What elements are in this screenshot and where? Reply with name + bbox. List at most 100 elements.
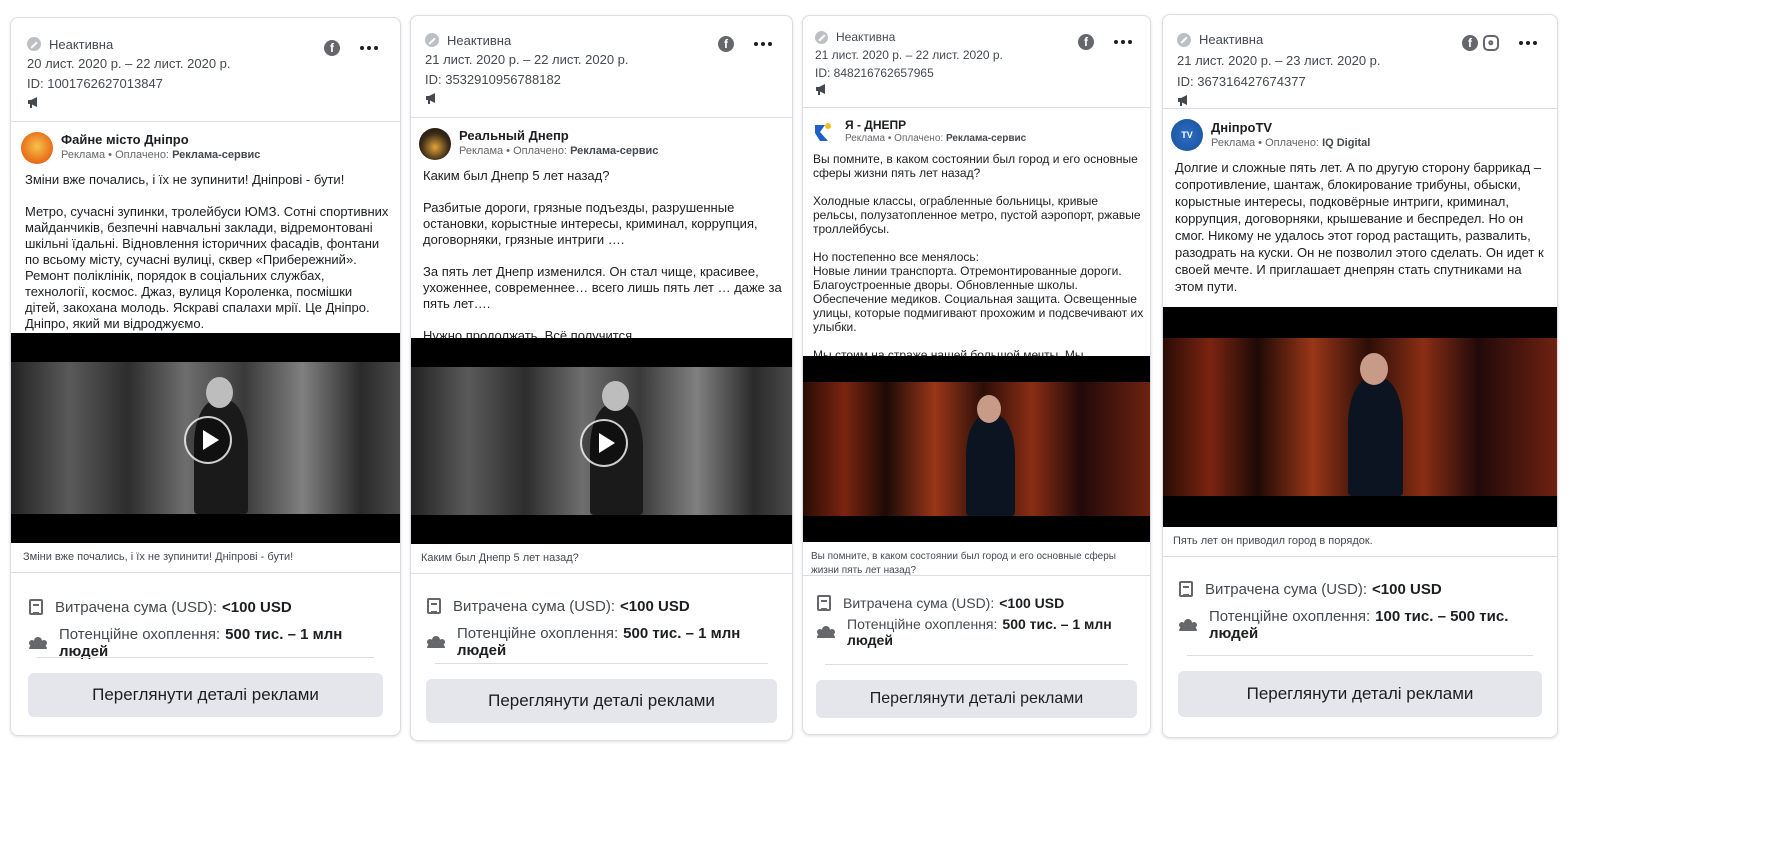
reach-label: Потенційне охоплення:	[457, 625, 619, 642]
sponsored-label: Реклама • Оплачено:	[61, 149, 173, 161]
ad-body-text: Каким был Днепр 5 лет назад? Разбитые до…	[423, 168, 782, 343]
reach-text: Потенційне охоплення: 500 тис. – 1 млн лю…	[59, 626, 384, 660]
spent-text: Витрачена сума (USD): <100 USD	[55, 599, 292, 616]
reach-label: Потенційне охоплення:	[59, 626, 221, 643]
spent-label: Витрачена сума (USD):	[55, 598, 218, 616]
spent-value: <100 USD	[999, 594, 1065, 611]
video-person-head	[206, 377, 233, 408]
video-caption: Пять лет он приводил город в порядок.	[1163, 527, 1557, 557]
video-person-head	[1360, 353, 1388, 385]
ad-body-text: Долгие и сложные пять лет. А по другую с…	[1175, 160, 1544, 294]
more-options-icon[interactable]	[1114, 40, 1132, 44]
ad-video[interactable]	[11, 333, 400, 543]
ad-card-header: Неактивна 20 лист. 2020 р. – 22 лист. 202…	[11, 18, 400, 122]
advertiser-avatar[interactable]	[21, 132, 53, 164]
date-range: 21 лист. 2020 р. – 22 лист. 2020 р.	[425, 52, 629, 67]
platforms: f	[324, 40, 340, 56]
spent-label: Витрачена сума (USD):	[453, 597, 616, 615]
status-text: Неактивна	[1199, 32, 1264, 47]
advertiser-avatar[interactable]: TV	[1171, 119, 1203, 151]
spent-row: Витрачена сума (USD): <100 USD	[29, 589, 384, 625]
view-ad-details-button[interactable]: Переглянути деталі реклами	[816, 680, 1137, 718]
megaphone-icon	[27, 96, 41, 108]
ad-creative: Файне місто Дніпро Реклама • Оплачено: Ре…	[11, 122, 400, 333]
facebook-icon: f	[718, 36, 734, 52]
spent-text: Витрачена сума (USD): <100 USD	[1205, 581, 1442, 598]
view-ad-details-button[interactable]: Переглянути деталі реклами	[28, 673, 383, 717]
reach-text: Потенційне охоплення: 500 тис. – 1 млн лю…	[847, 616, 1138, 648]
advertiser-info: Я - ДНЕПР Реклама • Оплачено: Реклама-сер…	[845, 118, 1026, 146]
advertiser-info: Файне місто Дніпро Реклама • Оплачено: Ре…	[61, 132, 260, 163]
spent-text: Витрачена сума (USD): <100 USD	[843, 595, 1064, 611]
more-options-icon[interactable]	[1519, 41, 1537, 45]
platforms: f	[718, 36, 734, 52]
facebook-icon: f	[324, 40, 340, 56]
platforms: f	[1078, 34, 1094, 50]
document-icon	[29, 599, 43, 615]
sponsored-line: Реклама • Оплачено: IQ Digital	[1211, 136, 1370, 151]
ad-card-header: Неактивна 21 лист. 2020 р. – 22 лист. 202…	[411, 16, 792, 118]
play-icon[interactable]	[184, 416, 232, 464]
spent-row: Витрачена сума (USD): <100 USD	[1179, 571, 1543, 607]
platforms: f	[1462, 35, 1499, 51]
people-icon	[29, 637, 47, 649]
ad-video[interactable]	[411, 338, 792, 544]
spent-row: Витрачена сума (USD): <100 USD	[817, 588, 1138, 617]
play-icon[interactable]	[580, 419, 628, 467]
advertiser: Реальный Днепр Реклама • Оплачено: Реклам…	[419, 128, 784, 160]
ad-body-text: Зміни вже почались, і їх не зупинити! Дн…	[25, 172, 389, 331]
reach-row: Потенційне охоплення: 500 тис. – 1 млн лю…	[427, 624, 778, 660]
advertiser-name[interactable]: ДніпроTV	[1211, 119, 1370, 136]
avatar-label: TV	[1181, 130, 1193, 140]
reach-label: Потенційне охоплення:	[847, 615, 998, 632]
view-ad-details-button[interactable]: Переглянути деталі реклами	[426, 679, 777, 723]
reach-row: Потенційне охоплення: 500 тис. – 1 млн лю…	[29, 625, 384, 661]
more-options-icon[interactable]	[360, 46, 378, 50]
reach-row: Потенційне охоплення: 100 тис. – 500 тис.…	[1179, 607, 1543, 643]
ad-creative: TV ДніпроTV Реклама • Оплачено: IQ Digital…	[1163, 109, 1557, 307]
advertiser-name[interactable]: Файне місто Дніпро	[61, 132, 260, 148]
video-caption: Зміни вже почались, і їх не зупинити! Дн…	[11, 543, 400, 573]
sponsored-line: Реклама • Оплачено: Реклама-сервис	[845, 132, 1026, 146]
paid-by: Реклама-сервис	[945, 133, 1027, 144]
paid-by: IQ Digital	[1322, 137, 1371, 149]
status-text: Неактивна	[49, 36, 114, 52]
facebook-icon: f	[1462, 35, 1478, 51]
advertiser-avatar[interactable]	[419, 128, 451, 160]
divider	[825, 664, 1128, 665]
spent-label: Витрачена сума (USD):	[843, 594, 995, 611]
people-icon	[1179, 619, 1197, 631]
advertiser-name[interactable]: Реальный Днепр	[459, 128, 658, 144]
document-icon	[427, 598, 441, 614]
ad-stats: Витрачена сума (USD): <100 USD Потенційне …	[803, 576, 1150, 648]
more-options-icon[interactable]	[754, 42, 772, 46]
ad-video[interactable]	[1163, 307, 1557, 527]
paid-by: Реклама-сервис	[570, 145, 659, 157]
ad-video[interactable]	[803, 356, 1150, 542]
advertiser-name[interactable]: Я - ДНЕПР	[845, 118, 1026, 132]
facebook-icon: f	[1078, 34, 1094, 50]
spent-label: Витрачена сума (USD):	[1205, 580, 1368, 598]
sponsored-label: Реклама • Оплачено:	[1211, 137, 1323, 149]
divider	[1187, 655, 1533, 656]
ad-creative: Я - ДНЕПР Реклама • Оплачено: Реклама-сер…	[803, 108, 1150, 376]
advertiser-avatar[interactable]	[809, 118, 837, 146]
instagram-icon	[1483, 35, 1499, 51]
megaphone-icon	[1177, 94, 1191, 106]
ad-card: Неактивна 21 лист. 2020 р. – 22 лист. 202…	[802, 15, 1151, 735]
ad-stats: Витрачена сума (USD): <100 USD Потенційне …	[1163, 557, 1557, 643]
video-person-head	[977, 395, 1001, 423]
advertiser-info: ДніпроTV Реклама • Оплачено: IQ Digital	[1211, 119, 1370, 151]
advertiser-info: Реальный Днепр Реклама • Оплачено: Реклам…	[459, 128, 658, 159]
video-person-head	[602, 381, 629, 411]
divider	[37, 657, 374, 658]
ad-card-header: Неактивна 21 лист. 2020 р. – 23 лист. 202…	[1163, 15, 1557, 109]
people-icon	[427, 636, 445, 648]
ad-card: Неактивна 21 лист. 2020 р. – 22 лист. 202…	[410, 15, 793, 741]
ad-creative: Реальный Днепр Реклама • Оплачено: Реклам…	[411, 118, 792, 343]
ad-stats: Витрачена сума (USD): <100 USD Потенційне …	[411, 574, 792, 660]
view-ad-details-button[interactable]: Переглянути деталі реклами	[1178, 671, 1542, 717]
video-caption: Каким был Днепр 5 лет назад?	[411, 544, 792, 574]
ad-card-header: Неактивна 21 лист. 2020 р. – 22 лист. 202…	[803, 16, 1150, 108]
reach-text: Потенційне охоплення: 500 тис. – 1 млн лю…	[457, 625, 778, 659]
